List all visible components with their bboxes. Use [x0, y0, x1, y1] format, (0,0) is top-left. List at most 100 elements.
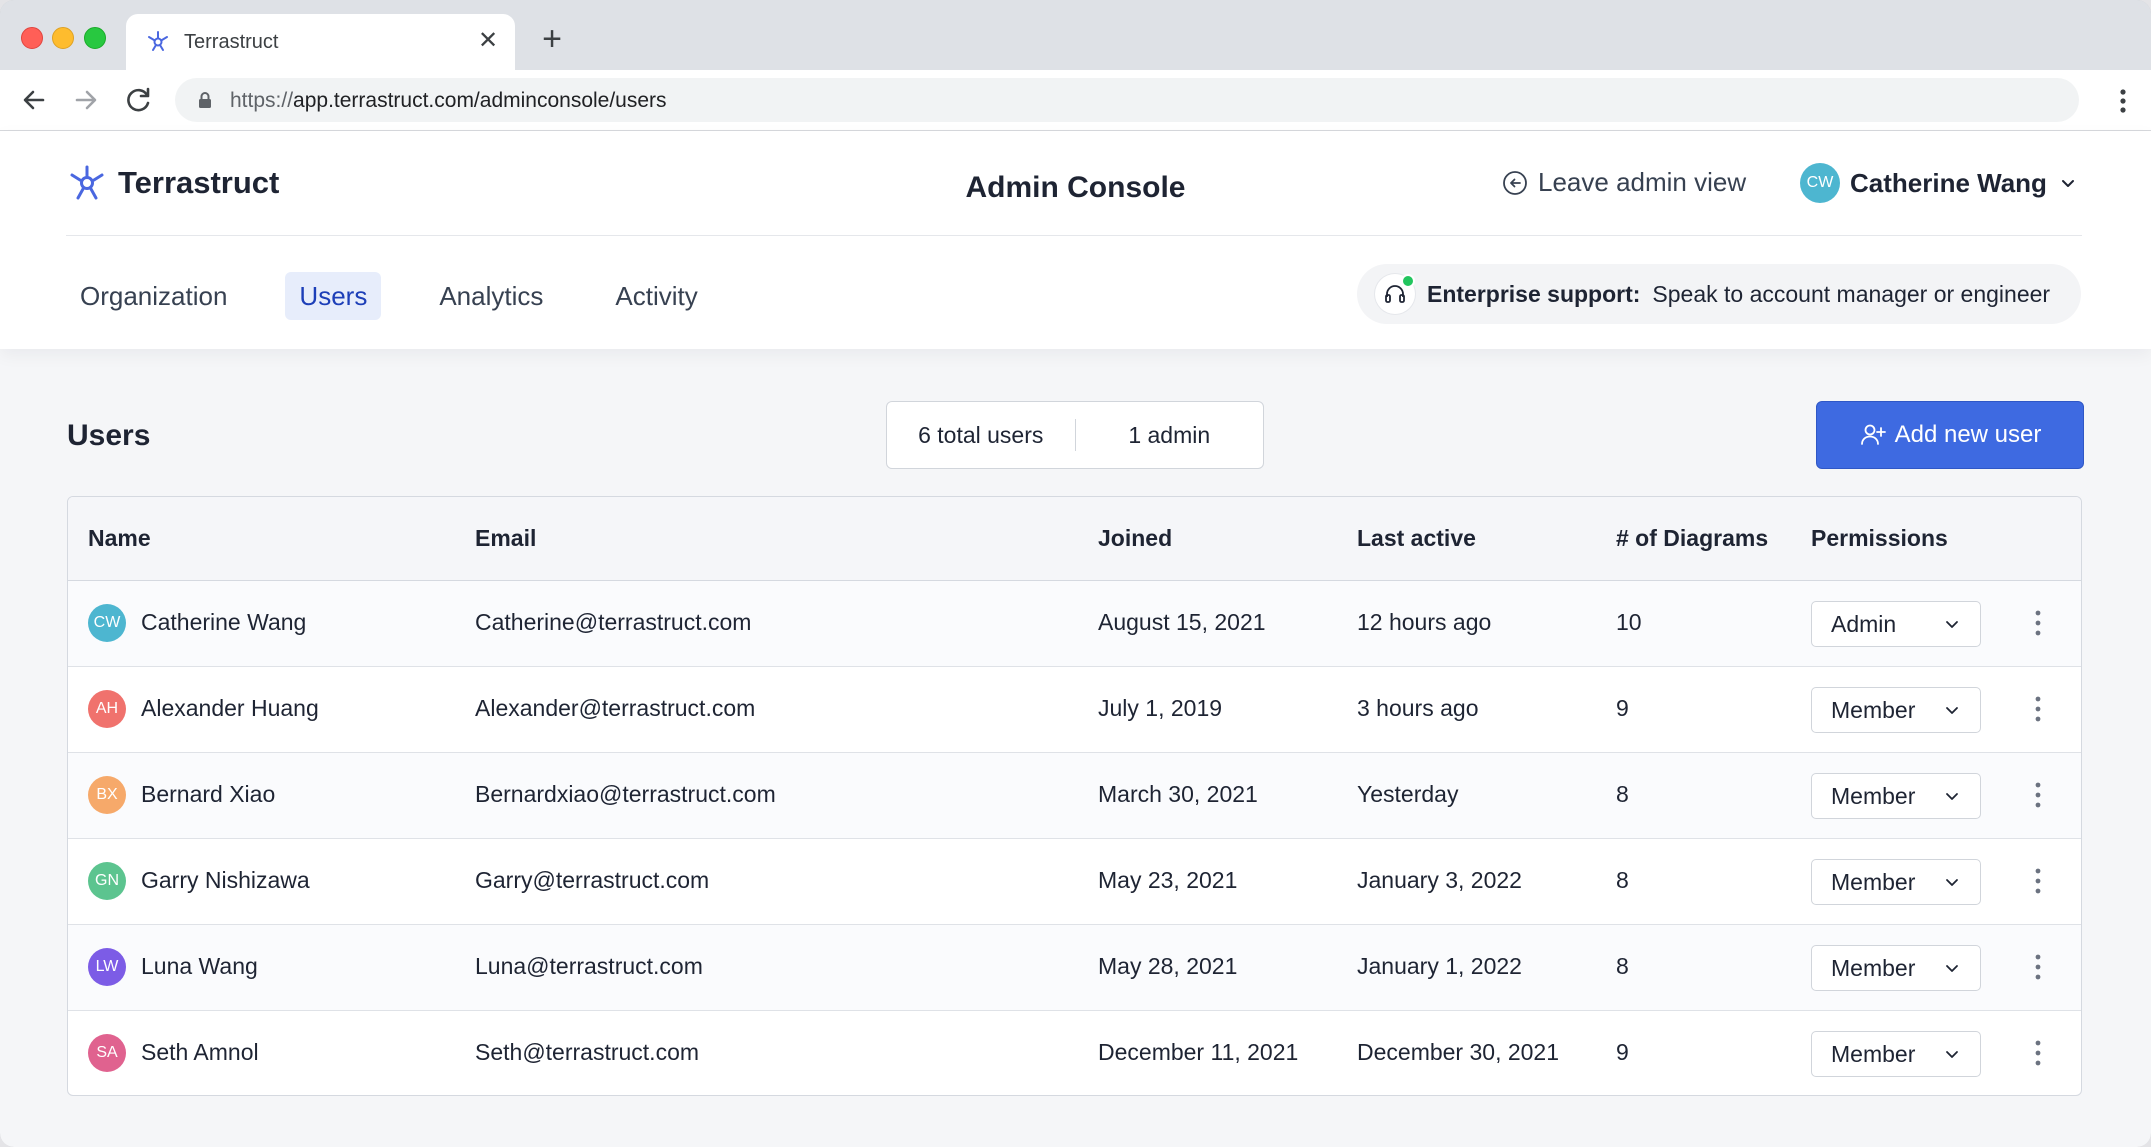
- url-path: app.terrastruct.com/adminconsole/users: [293, 89, 667, 112]
- tab-analytics[interactable]: Analytics: [425, 272, 557, 320]
- users-table: Name Email Joined Last active # of Diagr…: [67, 496, 2082, 1096]
- email-cell: Seth@terrastruct.com: [475, 1039, 700, 1065]
- last-active-cell: December 30, 2021: [1357, 1039, 1560, 1065]
- joined-cell: July 1, 2019: [1098, 695, 1223, 721]
- browser-window: Terrastruct ✕ + https://app.terrastruct.…: [0, 0, 2151, 1147]
- browser-tab[interactable]: Terrastruct ✕: [126, 14, 515, 70]
- diagrams-cell: 8: [1616, 953, 1629, 979]
- avatar: CW: [88, 604, 126, 642]
- user-name-cell: Alexander Huang: [141, 695, 319, 721]
- back-arrow-icon[interactable]: [18, 84, 50, 116]
- column-diagrams: # of Diagrams: [1616, 525, 1769, 551]
- diagrams-cell: 8: [1616, 781, 1629, 807]
- page-header: Terrastruct Admin Console Leave admin vi…: [0, 131, 2151, 349]
- table-row: GN Garry Nishizawa Garry@terrastruct.com…: [68, 839, 2081, 925]
- table-body: CW Catherine Wang Catherine@terrastruct.…: [68, 581, 2081, 1095]
- diagrams-cell: 8: [1616, 867, 1629, 893]
- column-joined: Joined: [1098, 525, 1173, 551]
- joined-cell: December 11, 2021: [1098, 1039, 1299, 1065]
- tab-users[interactable]: Users: [285, 272, 382, 320]
- browser-toolbar: https://app.terrastruct.com/adminconsole…: [0, 70, 2151, 131]
- diagrams-cell: 10: [1616, 609, 1642, 635]
- avatar: GN: [88, 862, 126, 900]
- column-permissions: Permissions: [1811, 525, 1948, 551]
- table-row: CW Catherine Wang Catherine@terrastruct.…: [68, 581, 2081, 667]
- url-scheme: https://: [230, 89, 294, 112]
- more-vertical-icon[interactable]: [2031, 950, 2045, 984]
- permission-select[interactable]: Member: [1811, 859, 1981, 905]
- browser-menu-icon[interactable]: [2119, 86, 2127, 116]
- more-vertical-icon[interactable]: [2031, 778, 2045, 812]
- support-label: Enterprise support:: [1427, 280, 1641, 307]
- chevron-down-icon: [1946, 965, 1958, 972]
- table-row: AH Alexander Huang Alexander@terrastruct…: [68, 667, 2081, 753]
- reload-icon[interactable]: [123, 84, 155, 116]
- support-icon-wrap: [1375, 274, 1415, 314]
- table-row: LW Luna Wang Luna@terrastruct.com May 28…: [68, 925, 2081, 1011]
- diagrams-cell: 9: [1616, 695, 1629, 721]
- chevron-down-icon: [1946, 1051, 1958, 1058]
- enterprise-support-banner[interactable]: Enterprise support: Speak to account man…: [1357, 264, 2081, 324]
- more-vertical-icon[interactable]: [2031, 692, 2045, 726]
- chevron-down-icon: [1946, 793, 1958, 800]
- permission-value: Member: [1831, 783, 1916, 809]
- joined-cell: August 15, 2021: [1098, 609, 1266, 635]
- last-active-cell: Yesterday: [1357, 781, 1459, 807]
- permission-select[interactable]: Member: [1811, 1031, 1981, 1077]
- url-text: https://app.terrastruct.com/adminconsole…: [230, 89, 667, 113]
- permission-select[interactable]: Admin: [1811, 601, 1981, 647]
- last-active-cell: 3 hours ago: [1357, 695, 1479, 721]
- leave-icon: [1503, 170, 1527, 195]
- user-name-cell: Catherine Wang: [141, 609, 307, 635]
- last-active-cell: 12 hours ago: [1357, 609, 1492, 635]
- more-vertical-icon[interactable]: [2031, 864, 2045, 898]
- add-new-user-button[interactable]: Add new user: [1816, 401, 2084, 469]
- more-vertical-icon[interactable]: [2031, 1036, 2045, 1070]
- avatar: BX: [88, 776, 126, 814]
- permission-value: Member: [1831, 955, 1916, 981]
- new-tab-icon[interactable]: +: [536, 22, 568, 56]
- chevron-down-icon: [1946, 879, 1958, 886]
- admin-nav: Organization Users Analytics Activity: [66, 272, 756, 320]
- browser-tab-bar: Terrastruct ✕ +: [0, 0, 2151, 70]
- address-bar[interactable]: https://app.terrastruct.com/adminconsole…: [175, 78, 2079, 122]
- user-menu[interactable]: CW Catherine Wang: [1800, 163, 2077, 203]
- joined-cell: May 23, 2021: [1098, 867, 1238, 893]
- online-status-dot: [1401, 274, 1415, 288]
- permission-value: Member: [1831, 869, 1916, 895]
- permission-value: Member: [1831, 1041, 1916, 1067]
- permission-select[interactable]: Member: [1811, 945, 1981, 991]
- joined-cell: May 28, 2021: [1098, 953, 1238, 979]
- avatar: LW: [88, 948, 126, 986]
- users-section-title: Users: [67, 419, 151, 452]
- permission-select[interactable]: Member: [1811, 687, 1981, 733]
- tab-close-icon[interactable]: ✕: [475, 28, 501, 54]
- user-name-cell: Bernard Xiao: [141, 781, 276, 807]
- user-name-cell: Garry Nishizawa: [141, 867, 310, 893]
- permission-select[interactable]: Member: [1811, 773, 1981, 819]
- window-minimize-button[interactable]: [52, 27, 74, 49]
- table-row: BX Bernard Xiao Bernardxiao@terrastruct.…: [68, 753, 2081, 839]
- user-stats: 6 total users 1 admin: [886, 401, 1264, 469]
- user-name-cell: Luna Wang: [141, 953, 258, 979]
- user-name-cell: Seth Amnol: [141, 1039, 259, 1065]
- add-user-icon: [1860, 424, 1886, 445]
- admin-count-stat: 1 admin: [1128, 421, 1211, 448]
- tab-activity[interactable]: Activity: [601, 272, 711, 320]
- email-cell: Luna@terrastruct.com: [475, 953, 703, 979]
- support-text: Speak to account manager or engineer: [1652, 280, 2051, 307]
- chevron-down-icon: [2061, 180, 2074, 187]
- leave-admin-label: Leave admin view: [1538, 167, 1747, 197]
- more-vertical-icon[interactable]: [2031, 606, 2045, 640]
- forward-arrow-icon[interactable]: [70, 84, 102, 116]
- permission-value: Member: [1831, 697, 1916, 723]
- window-maximize-button[interactable]: [84, 27, 106, 49]
- last-active-cell: January 1, 2022: [1357, 953, 1522, 979]
- leave-admin-view-link[interactable]: Leave admin view: [1502, 167, 1746, 198]
- column-name: Name: [88, 525, 151, 551]
- lock-icon: [199, 92, 211, 108]
- permission-value: Admin: [1831, 611, 1897, 637]
- window-close-button[interactable]: [21, 27, 43, 49]
- tab-organization[interactable]: Organization: [66, 272, 241, 320]
- email-cell: Catherine@terrastruct.com: [475, 609, 752, 635]
